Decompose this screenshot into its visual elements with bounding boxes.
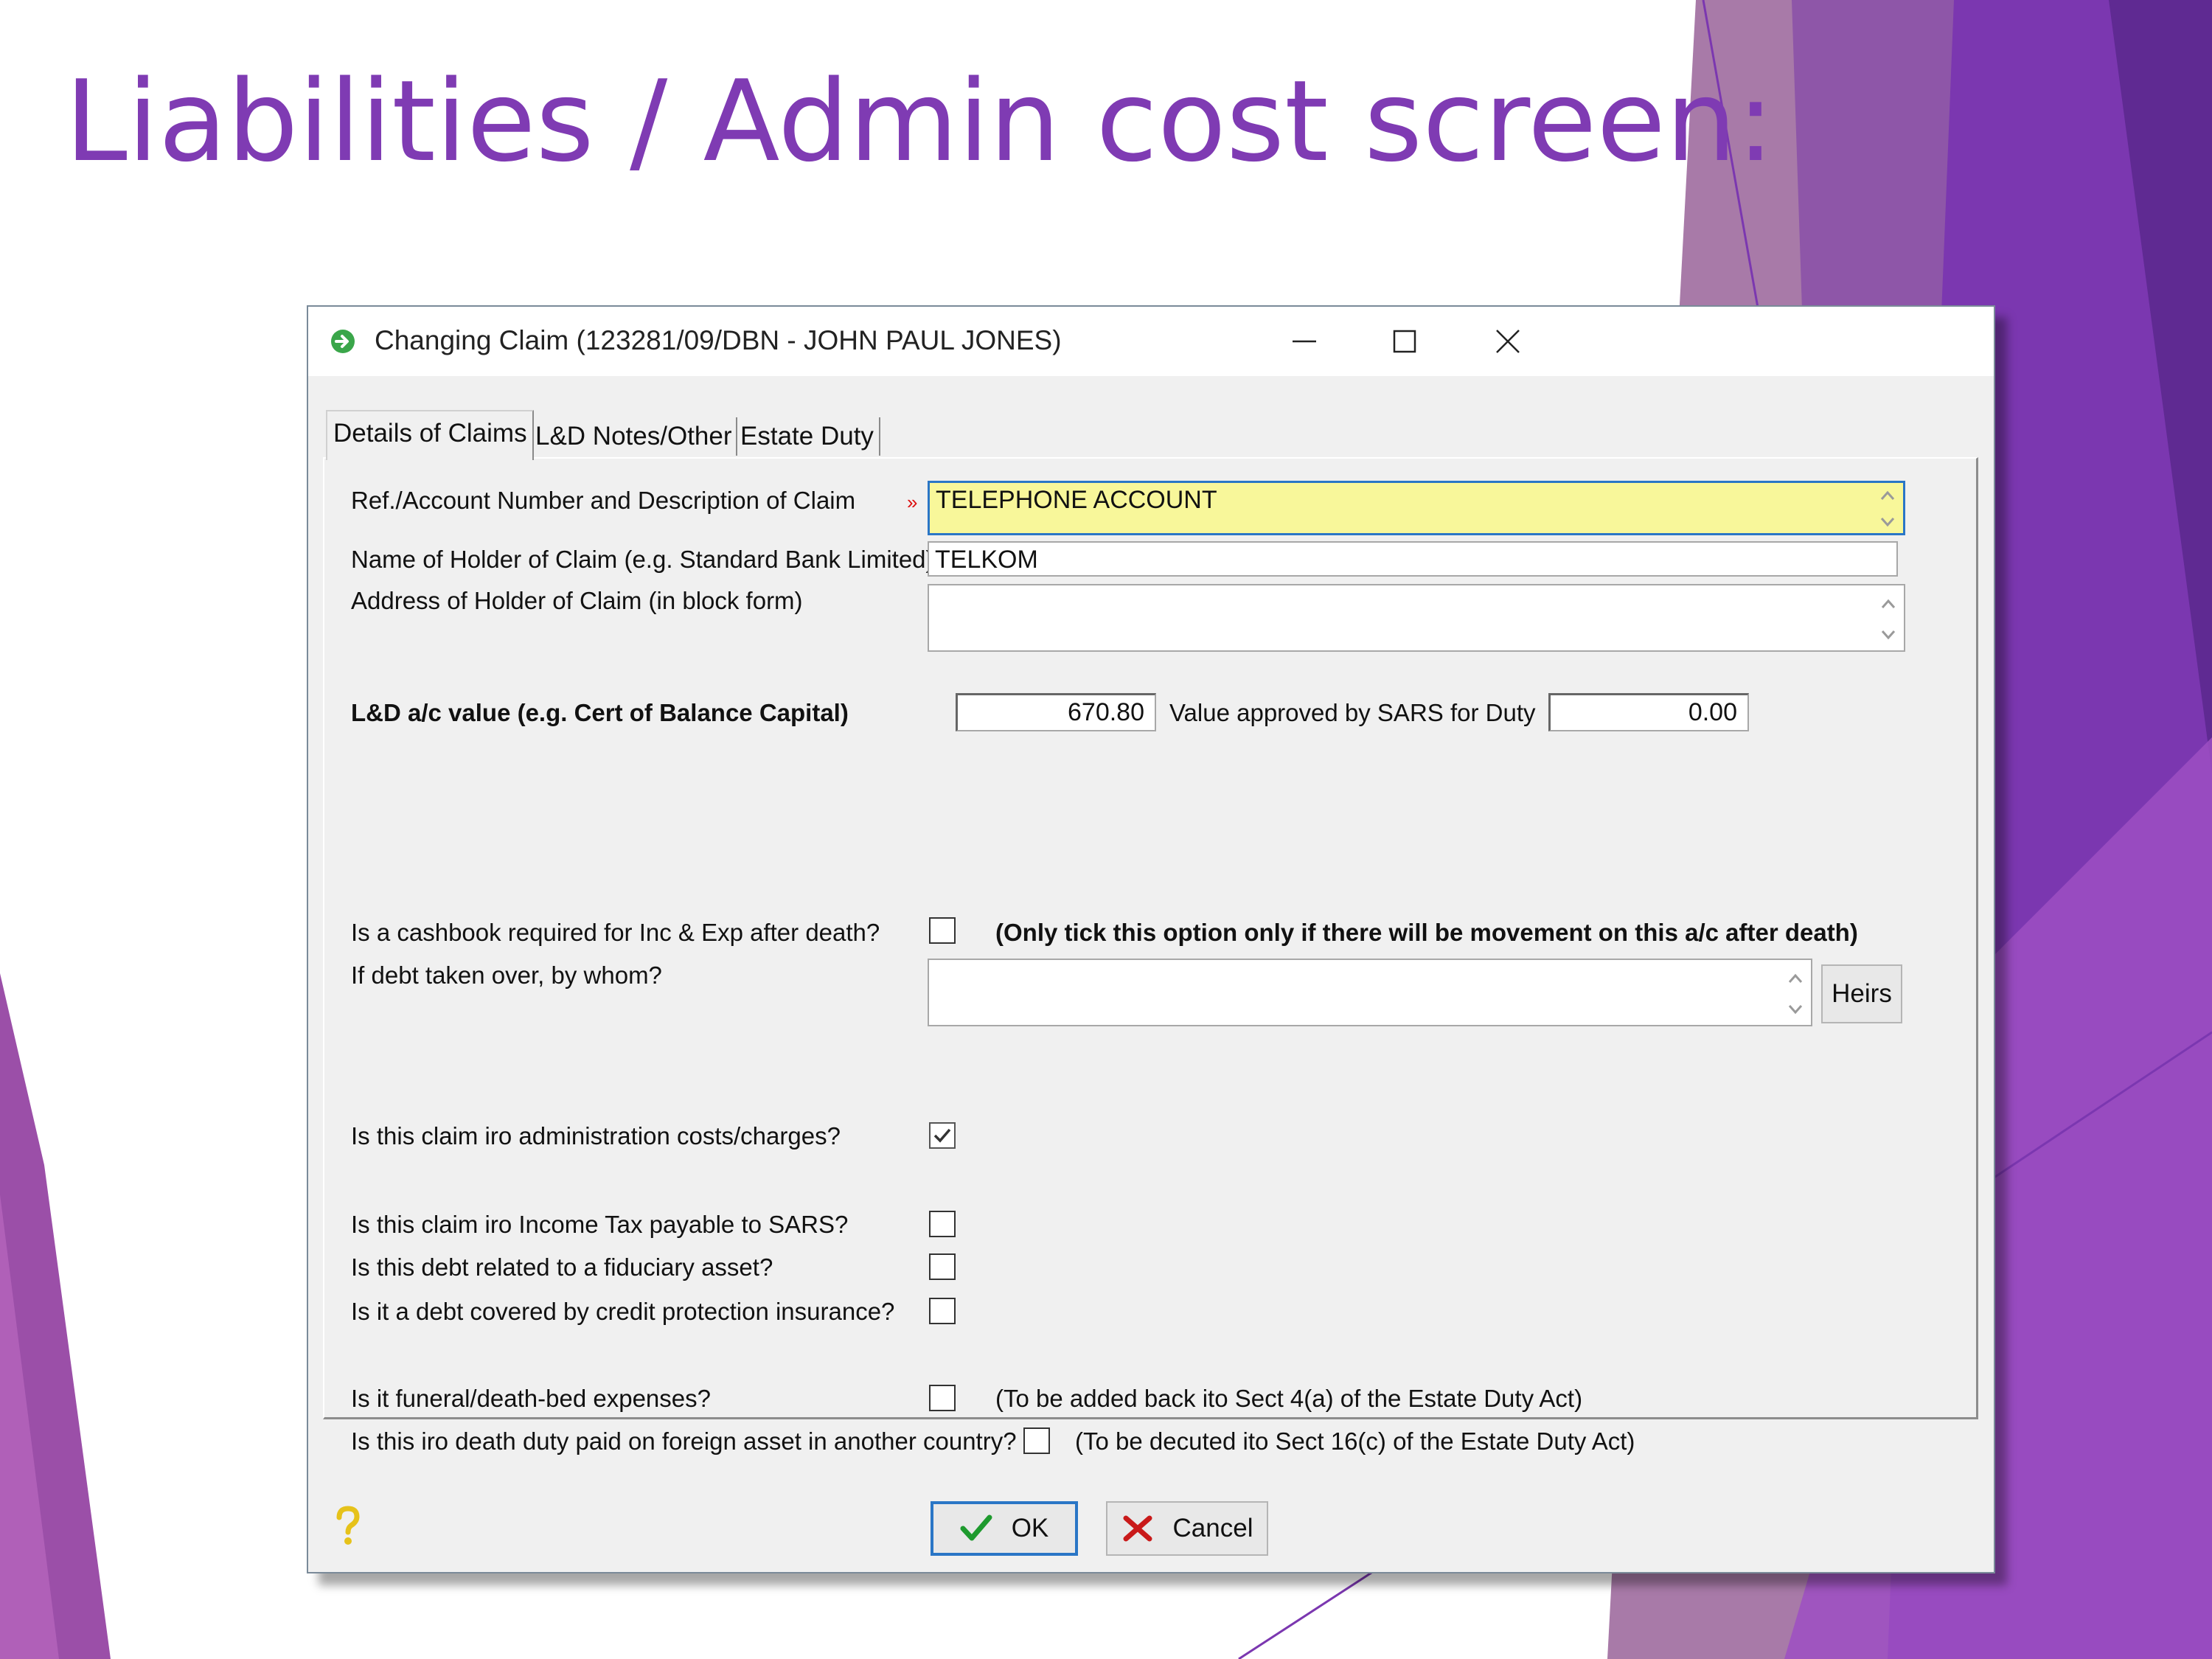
cashbook-label: Is a cashbook required for Inc & Exp aft…	[351, 919, 880, 946]
debt-taken-label: If debt taken over, by whom?	[351, 961, 662, 989]
red-x-icon	[1123, 1515, 1152, 1542]
holder-name-label: Name of Holder of Claim (e.g. Standard B…	[351, 546, 934, 573]
credit-protection-checkbox[interactable]	[929, 1298, 956, 1324]
tab-ld-notes-other[interactable]: L&D Notes/Other	[529, 417, 737, 456]
cancel-button[interactable]: Cancel	[1106, 1501, 1268, 1556]
close-button[interactable]	[1467, 317, 1548, 366]
credit-protection-label: Is it a debt covered by credit protectio…	[351, 1298, 895, 1325]
holder-address-input[interactable]	[928, 584, 1905, 652]
holder-name-input[interactable]: TELKOM	[928, 541, 1898, 577]
income-tax-checkbox[interactable]	[929, 1211, 956, 1237]
cancel-button-label: Cancel	[1172, 1514, 1253, 1543]
fiduciary-checkbox[interactable]	[929, 1253, 956, 1280]
ld-value-label: L&D a/c value (e.g. Cert of Balance Capi…	[351, 699, 849, 726]
ref-label: Ref./Account Number and Description of C…	[351, 487, 856, 514]
heirs-button[interactable]: Heirs	[1821, 964, 1902, 1023]
foreign-duty-note: (To be decuted ito Sect 16(c) of the Est…	[1075, 1427, 1635, 1455]
sars-value-label: Value approved by SARS for Duty	[1169, 699, 1536, 726]
ok-button-label: OK	[1011, 1514, 1049, 1543]
slide-title: Liabilities / Admin cost screen:	[65, 56, 1775, 187]
scroll-arrows-icon[interactable]	[1784, 967, 1806, 1020]
maximize-button[interactable]	[1364, 317, 1445, 366]
foreign-duty-label: Is this iro death duty paid on foreign a…	[351, 1427, 1017, 1455]
funeral-note: (To be added back ito Sect 4(a) of the E…	[995, 1385, 1583, 1412]
funeral-checkbox[interactable]	[929, 1385, 956, 1411]
ld-value-input[interactable]: 670.80	[956, 693, 1156, 731]
window-titlebar[interactable]: Changing Claim (123281/09/DBN - JOHN PAU…	[308, 307, 1994, 376]
debt-taken-input[interactable]	[928, 959, 1812, 1026]
tab-estate-duty[interactable]: Estate Duty	[734, 417, 880, 456]
changing-claim-dialog: Changing Claim (123281/09/DBN - JOHN PAU…	[307, 305, 1995, 1573]
admin-costs-checkbox[interactable]	[929, 1122, 956, 1149]
minimize-button[interactable]	[1264, 317, 1345, 366]
ref-description-input[interactable]: TELEPHONE ACCOUNT	[928, 481, 1905, 535]
minimize-icon	[1293, 340, 1316, 343]
green-check-icon	[960, 1514, 992, 1541]
maximize-icon	[1393, 330, 1416, 353]
question-mark-icon[interactable]	[333, 1506, 363, 1551]
scroll-arrows-icon[interactable]	[1877, 486, 1899, 532]
green-arrow-icon	[330, 329, 355, 354]
details-of-claims-panel: Ref./Account Number and Description of C…	[323, 457, 1978, 1455]
required-marker: »	[907, 491, 918, 513]
tab-details-of-claims[interactable]: Details of Claims	[326, 410, 534, 460]
ref-description-value: TELEPHONE ACCOUNT	[936, 486, 1217, 514]
income-tax-label: Is this claim iro Income Tax payable to …	[351, 1211, 849, 1238]
heirs-button-label: Heirs	[1832, 979, 1892, 1008]
foreign-duty-checkbox[interactable]	[1023, 1427, 1050, 1454]
checkmark-icon	[933, 1128, 951, 1143]
close-icon	[1496, 330, 1520, 353]
admin-costs-label: Is this claim iro administration costs/c…	[351, 1122, 841, 1150]
ok-button[interactable]: OK	[931, 1501, 1078, 1556]
funeral-label: Is it funeral/death-bed expenses?	[351, 1385, 711, 1412]
scroll-arrows-icon[interactable]	[1877, 593, 1899, 646]
sars-value-input[interactable]: 0.00	[1548, 693, 1749, 731]
window-title: Changing Claim (123281/09/DBN - JOHN PAU…	[375, 325, 1062, 355]
holder-address-label: Address of Holder of Claim (in block for…	[351, 587, 803, 614]
fiduciary-label: Is this debt related to a fiduciary asse…	[351, 1253, 773, 1281]
cashbook-checkbox[interactable]	[929, 917, 956, 944]
cashbook-note: (Only tick this option only if there wil…	[995, 919, 1858, 946]
